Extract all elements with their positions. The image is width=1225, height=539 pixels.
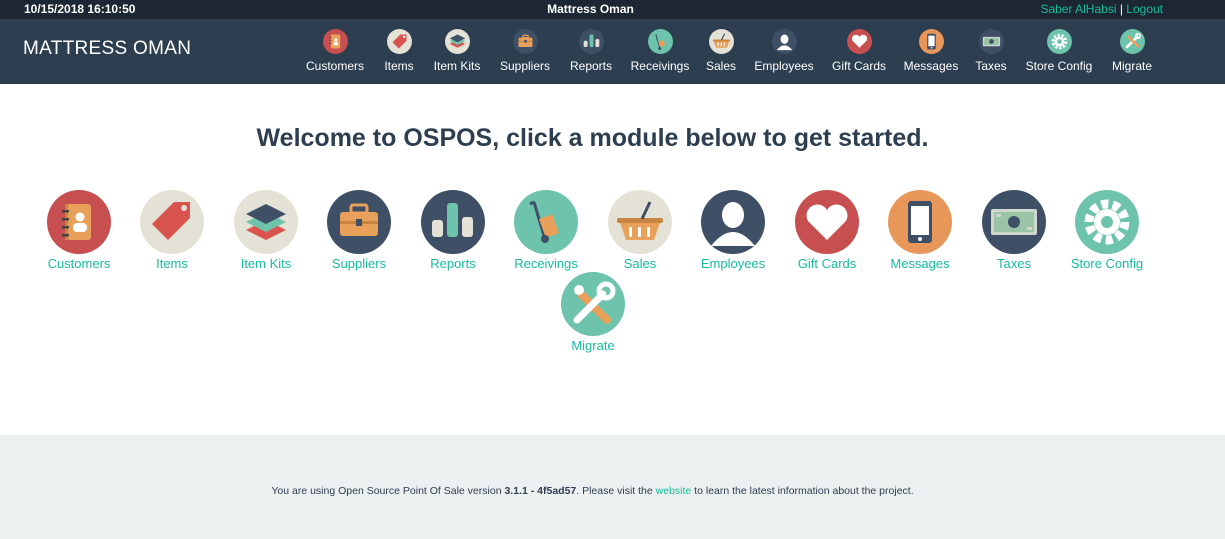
module-label: Store Config [1070, 256, 1144, 271]
nav-item-label: Sales [705, 59, 737, 73]
main-navbar: MATTRESS OMAN Customers Items Item Kits … [0, 19, 1225, 84]
item-kits-icon [444, 29, 470, 54]
nav-item-sales[interactable]: Sales [701, 19, 741, 84]
migrate-icon [1119, 29, 1145, 54]
module-label: Suppliers [331, 256, 387, 271]
module-label: Messages [890, 256, 950, 271]
module-label: Receivings [514, 256, 578, 271]
footer-text-before: You are using Open Source Point Of Sale … [271, 485, 505, 497]
nav-item-gift-cards[interactable]: Gift Cards [828, 19, 890, 84]
welcome-heading: Welcome to OSPOS, click a module below t… [256, 124, 929, 152]
messages-icon [888, 190, 952, 254]
nav-item-messages[interactable]: Messages [901, 19, 961, 84]
user-area: Saber AlHabsi | Logout [1040, 2, 1163, 16]
gift-cards-icon [795, 190, 859, 254]
receivings-icon [514, 190, 578, 254]
nav-item-customers[interactable]: Customers [303, 19, 367, 84]
footer-text-after: to learn the latest information about th… [691, 485, 914, 497]
taxes-icon [982, 190, 1046, 254]
nav-item-label: Gift Cards [831, 59, 886, 73]
nav-item-receivings[interactable]: Receivings [628, 19, 692, 84]
nav-item-label: Employees [754, 59, 814, 73]
item-kits-icon [234, 190, 298, 254]
taxes-icon [978, 29, 1004, 54]
module-label: Gift Cards [797, 256, 857, 271]
nav-item-migrate[interactable]: Migrate [1106, 19, 1158, 84]
employees-icon [701, 190, 765, 254]
customers-icon [322, 29, 348, 54]
module-label: Items [156, 256, 188, 271]
module-store-config[interactable]: Store Config [1052, 190, 1162, 271]
module-migrate[interactable]: Migrate [538, 272, 648, 353]
module-label: Taxes [997, 256, 1031, 271]
nav-item-label: Item Kits [433, 59, 481, 73]
nav-item-store-config[interactable]: Store Config [1022, 19, 1096, 84]
nav-item-employees[interactable]: Employees [752, 19, 816, 84]
reports-icon [421, 190, 485, 254]
employees-icon [771, 29, 797, 54]
footer-version: 3.1.1 - 4f5ad57 [504, 485, 577, 497]
store-config-icon [1046, 29, 1072, 54]
module-label: Reports [430, 256, 476, 271]
messages-icon [918, 29, 944, 54]
nav-item-label: Migrate [1111, 59, 1152, 73]
module-label: Item Kits [240, 256, 292, 271]
nav-item-taxes[interactable]: Taxes [971, 19, 1011, 84]
brand-title[interactable]: MATTRESS OMAN [23, 38, 191, 60]
logout-link[interactable]: Logout [1126, 2, 1163, 16]
top-status-bar: 10/15/2018 16:10:50 Mattress Oman Saber … [0, 0, 1225, 19]
sales-icon [608, 190, 672, 254]
gift-cards-icon [846, 29, 872, 54]
footer-website-link[interactable]: website [656, 485, 692, 497]
module-label: Employees [700, 256, 766, 271]
nav-item-label: Reports [569, 59, 613, 73]
nav-item-label: Items [384, 59, 414, 73]
store-config-icon [1075, 190, 1139, 254]
nav-item-label: Taxes [975, 59, 1007, 73]
module-label: Customers [47, 256, 111, 271]
items-icon [140, 190, 204, 254]
module-label: Sales [623, 256, 657, 271]
nav-item-item-kits[interactable]: Item Kits [429, 19, 485, 84]
nav-item-label: Customers [305, 59, 364, 73]
receivings-icon [647, 29, 673, 54]
user-name-link[interactable]: Saber AlHabsi [1040, 2, 1116, 16]
nav-item-label: Store Config [1025, 59, 1093, 73]
company-name: Mattress Oman [547, 2, 634, 16]
customers-icon [47, 190, 111, 254]
nav-item-label: Messages [903, 59, 959, 73]
nav-item-items[interactable]: Items [379, 19, 419, 84]
footer-text-middle: . Please visit the [576, 485, 656, 497]
migrate-icon [561, 272, 625, 336]
items-icon [386, 29, 412, 54]
nav-item-reports[interactable]: Reports [566, 19, 616, 84]
user-separator: | [1119, 2, 1123, 16]
footer-text: You are using Open Source Point Of Sale … [0, 485, 1185, 497]
suppliers-icon [327, 190, 391, 254]
sales-icon [708, 29, 734, 54]
module-label: Migrate [571, 338, 615, 353]
reports-icon [578, 29, 604, 54]
nav-item-label: Receivings [630, 59, 690, 73]
nav-item-label: Suppliers [499, 59, 551, 73]
suppliers-icon [512, 29, 538, 54]
page-footer: You are using Open Source Point Of Sale … [0, 435, 1225, 539]
nav-item-suppliers[interactable]: Suppliers [497, 19, 553, 84]
